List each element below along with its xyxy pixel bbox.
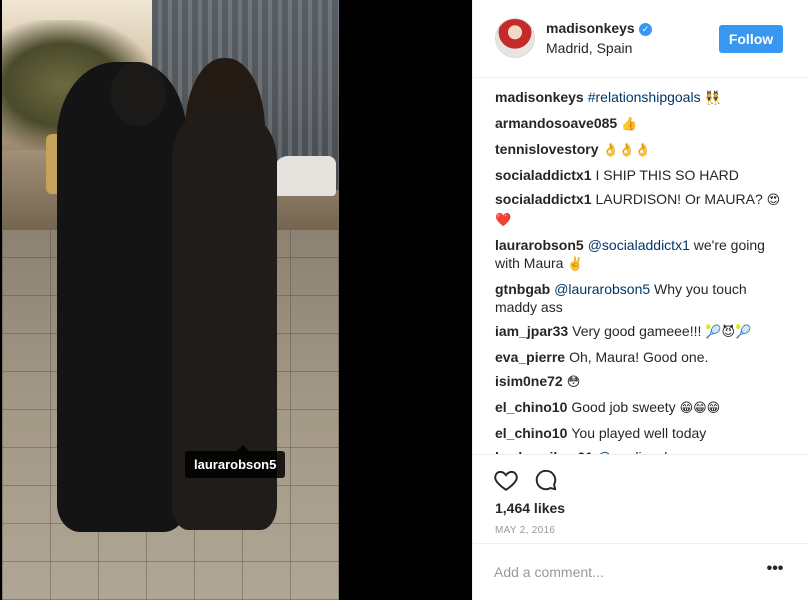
comment-username[interactable]: gtnbgab (495, 281, 550, 297)
header-location[interactable]: Madrid, Spain (546, 40, 632, 56)
photo-person-left (57, 62, 187, 532)
comment-row: socialaddictx1 I SHIP THIS SO HARD (495, 166, 789, 184)
comment-username[interactable]: laurarobson5 (495, 237, 584, 253)
more-options-icon[interactable]: ••• (765, 561, 785, 582)
comment-icon[interactable] (533, 467, 559, 493)
comment-emoji: 😁😁😁 (679, 401, 721, 416)
follow-button[interactable]: Follow (719, 25, 783, 53)
comment-text: I SHIP THIS SO HARD (595, 167, 739, 183)
comments-list[interactable]: madisonkeys #relationshipgoals 👯 armandoso… (495, 88, 789, 454)
add-comment-input[interactable] (494, 561, 744, 583)
heart-icon[interactable] (493, 467, 519, 493)
comment-row: armandosoave085 👍 (495, 114, 789, 134)
comment-text: Good job sweety (571, 399, 676, 415)
comment-text: LAURDISON! Or MAURA? (595, 191, 763, 207)
comment-username[interactable]: el_chino10 (495, 399, 567, 415)
verified-badge-icon: ✓ (639, 23, 652, 36)
avatar[interactable] (495, 18, 535, 58)
comment-row: eva_pierre Oh, Maura! Good one. (495, 348, 789, 366)
comment-row: isim0ne72 😳 (495, 372, 789, 392)
user-tag[interactable]: laurarobson5 (185, 445, 286, 478)
header-username[interactable]: madisonkeys (546, 20, 635, 36)
comment-tag-link[interactable]: @laurarobson5 (554, 281, 650, 297)
comment-emoji: 👍 (621, 117, 638, 132)
comment-row: laurarobson5 @socialaddictx1 we're going … (495, 236, 789, 274)
comment-username[interactable]: tennislovestory (495, 141, 598, 157)
comment-row: iam_jpar33 Very good gameee!!! 🎾😈🎾 (495, 322, 789, 342)
comment-row: el_chino10 You played well today (495, 424, 789, 442)
comment-username[interactable]: socialaddictx1 (495, 167, 592, 183)
post-header: madisonkeys ✓ Madrid, Spain Follow (473, 0, 809, 78)
photo-car (274, 156, 336, 196)
comment-username[interactable]: el_chino10 (495, 425, 567, 441)
comment-emoji: 🎾😈🎾 (705, 325, 752, 340)
comment-emoji: 👌👌👌 (602, 143, 652, 158)
photo-pane: laurarobson5 (0, 0, 472, 600)
post-date[interactable]: MAY 2, 2016 (495, 525, 555, 536)
post-photo[interactable] (2, 0, 339, 600)
comment-tag-link[interactable]: @socialaddictx1 (588, 237, 690, 253)
likes-count[interactable]: 1,464 likes (495, 500, 565, 516)
comment-emoji: ✌️ (567, 257, 584, 272)
comment-username[interactable]: iam_jpar33 (495, 323, 568, 339)
comment-username[interactable]: eva_pierre (495, 349, 565, 365)
comment-username[interactable]: armandosoave085 (495, 115, 617, 131)
comment-text: Oh, Maura! Good one. (569, 349, 709, 365)
comment-username[interactable]: socialaddictx1 (495, 191, 592, 207)
comment-emoji: 😳 (566, 375, 581, 390)
post-side-panel: madisonkeys ✓ Madrid, Spain Follow madis… (472, 0, 809, 600)
comment-text: You played well today (571, 425, 707, 441)
comment-row: gtnbgab @laurarobson5 Why you touch maddy… (495, 280, 789, 316)
comment-row: socialaddictx1 LAURDISON! Or MAURA? 😍❤️ (495, 190, 789, 230)
comment-text: Very good gameee!!! (572, 323, 702, 339)
comment-emoji: 👯 (704, 91, 721, 106)
add-comment-bar: ••• (473, 543, 809, 600)
comment-tag-link[interactable]: #relationshipgoals (588, 89, 701, 105)
photo-person-left-head (110, 62, 166, 126)
comment-row: madisonkeys #relationshipgoals 👯 (495, 88, 789, 108)
comment-username[interactable]: isim0ne72 (495, 373, 563, 389)
post-actions: 1,464 likes MAY 2, 2016 ••• (473, 454, 809, 600)
comment-row: el_chino10 Good job sweety 😁😁😁 (495, 398, 789, 418)
comment-username[interactable]: madisonkeys (495, 89, 584, 105)
comment-row: tennislovestory 👌👌👌 (495, 140, 789, 160)
